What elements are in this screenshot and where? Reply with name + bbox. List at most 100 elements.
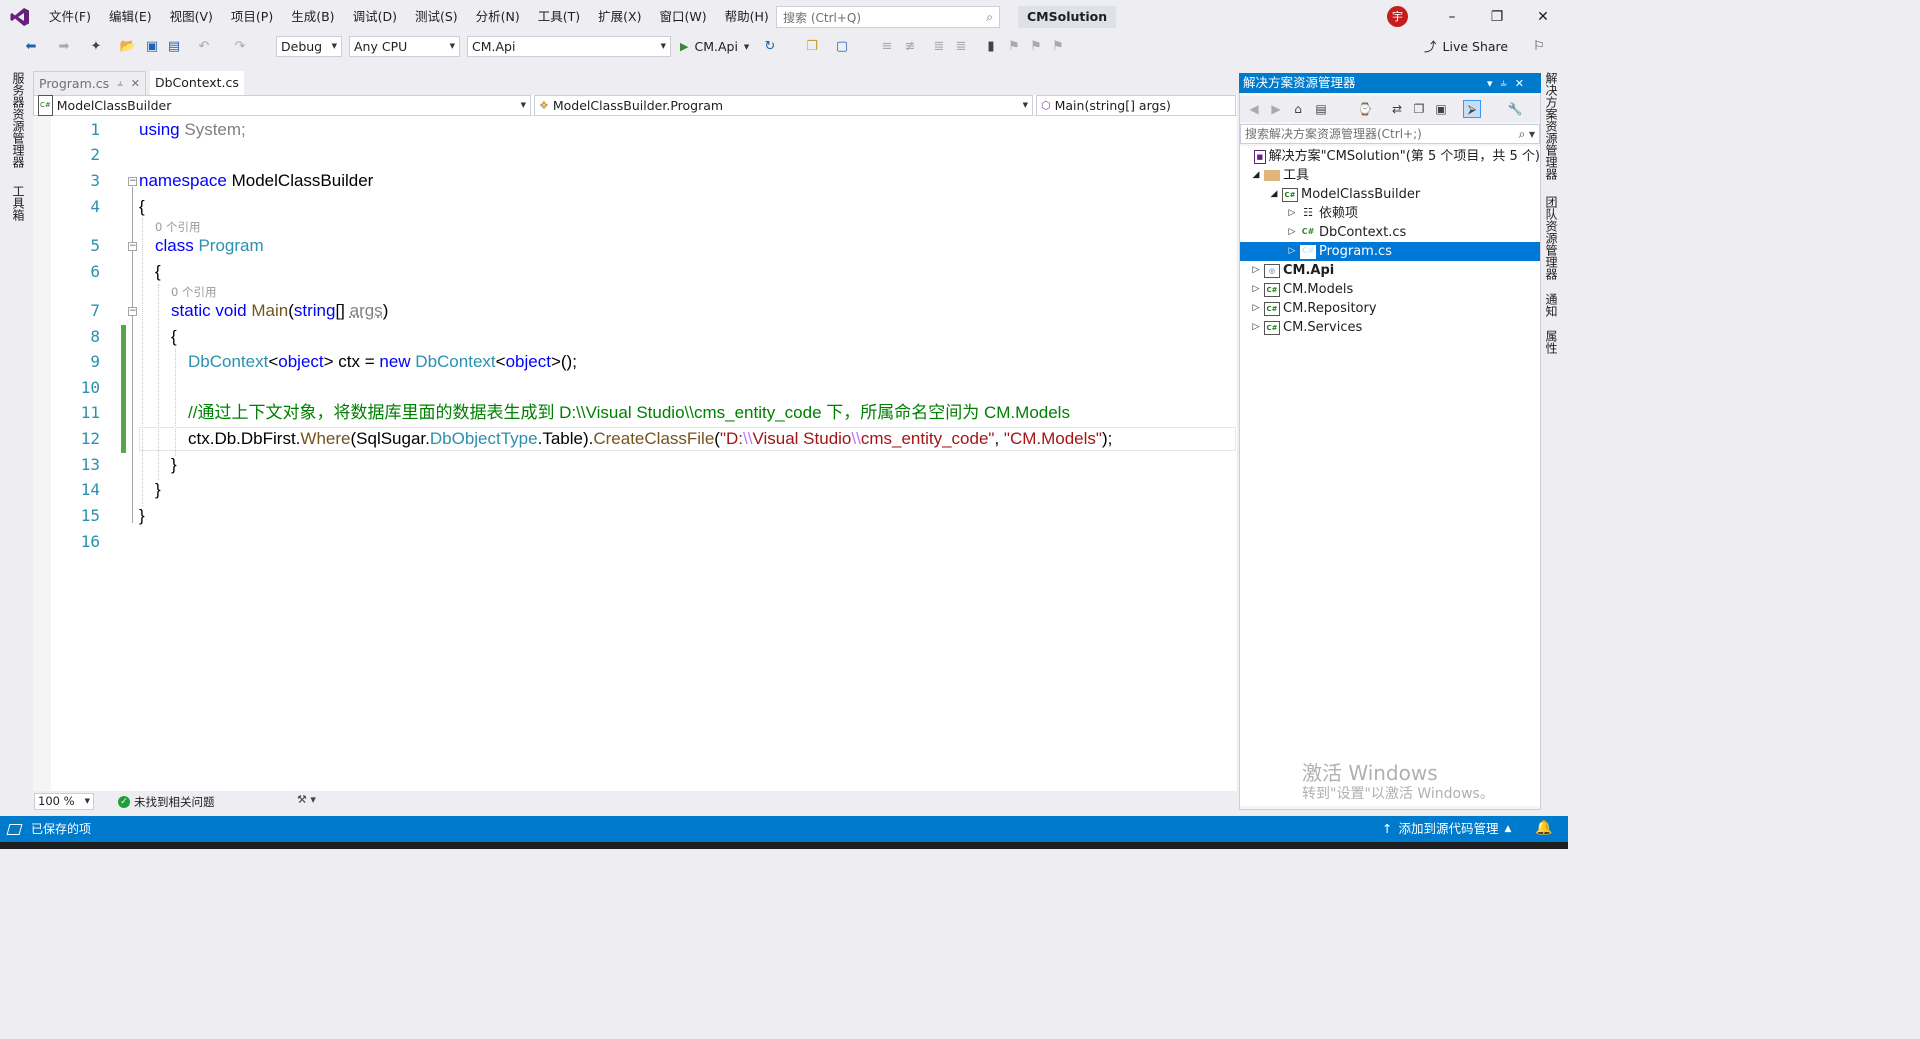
tab-team-explorer[interactable]: 团队资源管理器 — [1543, 196, 1560, 280]
config-combo[interactable]: Debug ▼ — [276, 36, 342, 57]
live-share-button[interactable]: ⤴ Live Share — [1424, 36, 1508, 58]
tree-item-dbcontext-cs[interactable]: ▷ C# DbContext.cs — [1240, 223, 1540, 242]
home-icon[interactable]: ⌂ — [1289, 100, 1307, 118]
sync-icon[interactable]: ⇄ — [1388, 100, 1406, 118]
tree-item-cm-services[interactable]: ▷ C# CM.Services — [1240, 318, 1540, 337]
chevron-down-icon[interactable]: ▾ — [1487, 77, 1493, 90]
prev-bookmark-icon[interactable]: ⚑ — [1005, 37, 1023, 55]
tree-item-program-cs[interactable]: ▷ C# Program.cs — [1240, 242, 1540, 261]
expanded-arrow-icon[interactable]: ◢ — [1268, 185, 1280, 204]
tree-item-cm-repository[interactable]: ▷ C# CM.Repository — [1240, 299, 1540, 318]
run-button[interactable]: ▶ CM.Api ▼ — [680, 36, 749, 57]
indent-icon[interactable]: ≣ — [952, 37, 970, 55]
menu-edit[interactable]: 编辑(E) — [100, 0, 161, 33]
platform-combo[interactable]: Any CPU ▼ — [349, 36, 460, 57]
notifications-bell-icon[interactable]: 🔔 — [1535, 820, 1553, 838]
collapsed-arrow-icon[interactable]: ▷ — [1286, 242, 1298, 261]
pin-icon[interactable]: ⫨ — [1501, 76, 1507, 90]
menu-file[interactable]: 文件(F) — [40, 0, 100, 33]
outdent-icon[interactable]: ≣ — [930, 37, 948, 55]
visual-studio-logo-icon[interactable] — [0, 0, 40, 33]
codelens-references[interactable]: 0 个引用 — [171, 284, 216, 300]
collapsed-arrow-icon[interactable]: ▷ — [1250, 299, 1262, 318]
collapse-icon[interactable]: − — [128, 307, 137, 316]
menu-view[interactable]: 视图(V) — [161, 0, 222, 33]
tree-item-cm-api[interactable]: ▷ ◎ CM.Api — [1240, 261, 1540, 280]
save-all-icon[interactable]: ▤ — [165, 37, 183, 55]
menu-window[interactable]: 窗口(W) — [650, 0, 715, 33]
member-dropdown[interactable]: ⬡ Main(string[] args) — [1036, 95, 1236, 116]
project-dropdown[interactable]: C# ModelClassBuilder ▼ — [33, 95, 531, 116]
undo-icon[interactable]: ↶ — [195, 37, 213, 55]
show-all-files-icon[interactable]: ▣ — [1432, 100, 1450, 118]
pin-icon[interactable]: ⫨ — [117, 72, 123, 96]
back-icon[interactable]: ◀ — [1245, 100, 1263, 118]
global-search-input[interactable]: 搜索 (Ctrl+Q) ⌕ — [776, 6, 1000, 28]
code-editor[interactable] — [33, 116, 1237, 791]
redo-icon[interactable]: ↷ — [231, 37, 249, 55]
properties-wrench-icon[interactable]: 🔧 — [1506, 100, 1524, 118]
save-icon[interactable]: ▣ — [143, 37, 161, 55]
switch-views-icon[interactable]: ▤ — [1312, 100, 1330, 118]
tab-dbcontext-cs[interactable]: DbContext.cs — [150, 71, 244, 95]
solution-search-input[interactable]: 搜索解决方案资源管理器(Ctrl+;) ⌕ ▾ — [1240, 124, 1540, 144]
tab-program-cs[interactable]: Program.cs ⫨ ✕ — [33, 71, 146, 95]
bookmark-icon[interactable]: ▮ — [982, 37, 1000, 55]
collapsed-arrow-icon[interactable]: ▷ — [1250, 280, 1262, 299]
code-cleanup-icon[interactable]: ⚒ ▾ — [297, 793, 316, 806]
refresh-icon[interactable]: ↻ — [761, 37, 779, 55]
forward-icon[interactable]: ➡ — [55, 37, 73, 55]
menu-analyze[interactable]: 分析(N) — [467, 0, 529, 33]
issues-indicator[interactable]: ✓ 未找到相关问题 — [118, 793, 215, 810]
menu-tools[interactable]: 工具(T) — [529, 0, 589, 33]
collapsed-arrow-icon[interactable]: ▷ — [1286, 223, 1298, 242]
close-icon[interactable]: ✕ — [1515, 77, 1524, 90]
restore-button[interactable]: ❐ — [1474, 0, 1520, 33]
uncomment-icon[interactable]: ≢ — [901, 37, 919, 55]
minimize-button[interactable]: – — [1429, 0, 1475, 33]
tab-server-explorer[interactable]: 服务器资源管理器 — [10, 72, 27, 168]
clear-bookmarks-icon[interactable]: ⚑ — [1049, 37, 1067, 55]
menu-debug[interactable]: 调试(D) — [344, 0, 406, 33]
tab-notifications[interactable]: 通知 — [1543, 293, 1560, 317]
back-icon[interactable]: ⬅ — [22, 37, 40, 55]
collapsed-arrow-icon[interactable]: ▷ — [1250, 318, 1262, 337]
menu-project[interactable]: 项目(P) — [222, 0, 282, 33]
expanded-arrow-icon[interactable]: ◢ — [1250, 166, 1262, 185]
pending-changes-icon[interactable]: ⌚ — [1356, 100, 1374, 118]
window-layout-icon[interactable]: ▢ — [833, 37, 851, 55]
add-to-source-control-button[interactable]: ↑ 添加到源代码管理 ▲ — [1382, 816, 1511, 842]
tab-properties[interactable]: 属性 — [1543, 330, 1560, 354]
codelens-references[interactable]: 0 个引用 — [155, 219, 200, 235]
tree-item-folder-tools[interactable]: ◢ 工具 — [1240, 166, 1540, 185]
tree-item-modelclassbuilder[interactable]: ◢ C# ModelClassBuilder — [1240, 185, 1540, 204]
comment-out-icon[interactable]: ≡ — [878, 37, 896, 55]
feedback-icon[interactable]: ⚐ — [1530, 37, 1548, 55]
menu-test[interactable]: 测试(S) — [406, 0, 467, 33]
close-button[interactable]: ✕ — [1520, 0, 1566, 33]
forward-icon[interactable]: ▶ — [1267, 100, 1285, 118]
collapse-icon[interactable]: − — [128, 177, 137, 186]
tree-item-cm-models[interactable]: ▷ C# CM.Models — [1240, 280, 1540, 299]
startup-project-combo[interactable]: CM.Api ▼ — [467, 36, 671, 57]
avatar[interactable]: 宇 — [1387, 6, 1408, 27]
tab-toolbox[interactable]: 工具箱 — [10, 185, 27, 221]
menu-extensions[interactable]: 扩展(X) — [589, 0, 650, 33]
tree-item-solution[interactable]: ■ 解决方案"CMSolution"(第 5 个项目，共 5 个) — [1240, 147, 1540, 166]
browser-link-icon[interactable]: ❐ — [803, 37, 821, 55]
new-project-icon[interactable]: ✦ — [87, 37, 105, 55]
zoom-combo[interactable]: 100 % ▼ — [34, 793, 94, 810]
collapsed-arrow-icon[interactable]: ▷ — [1286, 204, 1298, 223]
collapse-icon[interactable]: − — [128, 242, 137, 251]
collapsed-arrow-icon[interactable]: ▷ — [1250, 261, 1262, 280]
preview-selected-icon[interactable]: ⮚ — [1463, 100, 1481, 118]
menu-build[interactable]: 生成(B) — [282, 0, 343, 33]
close-icon[interactable]: ✕ — [131, 72, 140, 96]
tab-solution-explorer[interactable]: 解决方案资源管理器 — [1543, 72, 1560, 180]
tree-item-dependencies[interactable]: ▷ ☷ 依赖项 — [1240, 204, 1540, 223]
menu-help[interactable]: 帮助(H) — [716, 0, 778, 33]
next-bookmark-icon[interactable]: ⚑ — [1027, 37, 1045, 55]
collapse-all-icon[interactable]: ❐ — [1410, 100, 1428, 118]
type-dropdown[interactable]: ❖ ModelClassBuilder.Program ▼ — [534, 95, 1033, 116]
open-folder-icon[interactable]: 📂 — [119, 37, 137, 55]
